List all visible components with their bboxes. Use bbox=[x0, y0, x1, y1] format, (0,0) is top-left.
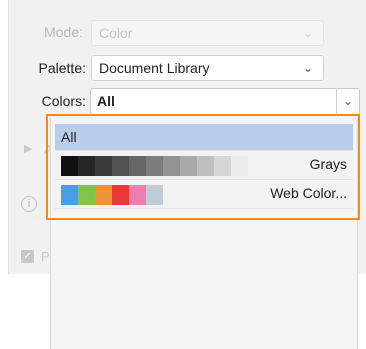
option-grays[interactable]: Grays bbox=[55, 152, 353, 180]
colors-label: Colors: bbox=[41, 93, 86, 109]
swatch bbox=[61, 156, 78, 176]
swatch bbox=[163, 156, 180, 176]
swatch bbox=[231, 156, 248, 176]
palette-select[interactable]: Document Library ⌄ bbox=[91, 55, 324, 81]
swatch bbox=[95, 185, 112, 205]
swatch bbox=[146, 156, 163, 176]
mode-label: Mode: bbox=[44, 24, 83, 40]
swatch bbox=[112, 156, 129, 176]
palette-value: Document Library bbox=[99, 60, 210, 76]
palette-label: Palette: bbox=[38, 60, 86, 76]
swatch bbox=[214, 156, 231, 176]
colors-select[interactable]: All ⌄ bbox=[90, 88, 360, 115]
swatch bbox=[197, 156, 214, 176]
colors-value: All bbox=[97, 93, 115, 109]
web-color-swatches bbox=[61, 185, 163, 205]
grays-swatches bbox=[61, 156, 248, 176]
mode-value: Color bbox=[99, 25, 133, 41]
checkbox-icon: ✓ bbox=[21, 250, 34, 263]
info-icon: i bbox=[21, 196, 37, 212]
swatch bbox=[129, 156, 146, 176]
chevron-down-icon: ⌄ bbox=[302, 61, 313, 75]
option-web-color[interactable]: Web Color... bbox=[55, 181, 353, 209]
swatch bbox=[146, 185, 163, 205]
swatch bbox=[129, 185, 146, 205]
option-label: All bbox=[61, 129, 77, 145]
mode-select: Color ⌄ bbox=[91, 20, 324, 46]
swatch bbox=[78, 185, 95, 205]
swatch bbox=[61, 185, 78, 205]
hidden-label-p: P bbox=[41, 249, 50, 264]
option-all[interactable]: All bbox=[55, 124, 353, 151]
swatch bbox=[180, 156, 197, 176]
option-label: Grays bbox=[309, 156, 347, 172]
swatch bbox=[78, 156, 95, 176]
disclosure-triangle-icon: ▶ bbox=[24, 143, 33, 155]
chevron-down-icon: ⌄ bbox=[302, 26, 313, 40]
swatch bbox=[95, 156, 112, 176]
option-label: Web Color... bbox=[270, 185, 347, 201]
swatch bbox=[112, 185, 129, 205]
chevron-down-icon[interactable]: ⌄ bbox=[336, 89, 359, 114]
